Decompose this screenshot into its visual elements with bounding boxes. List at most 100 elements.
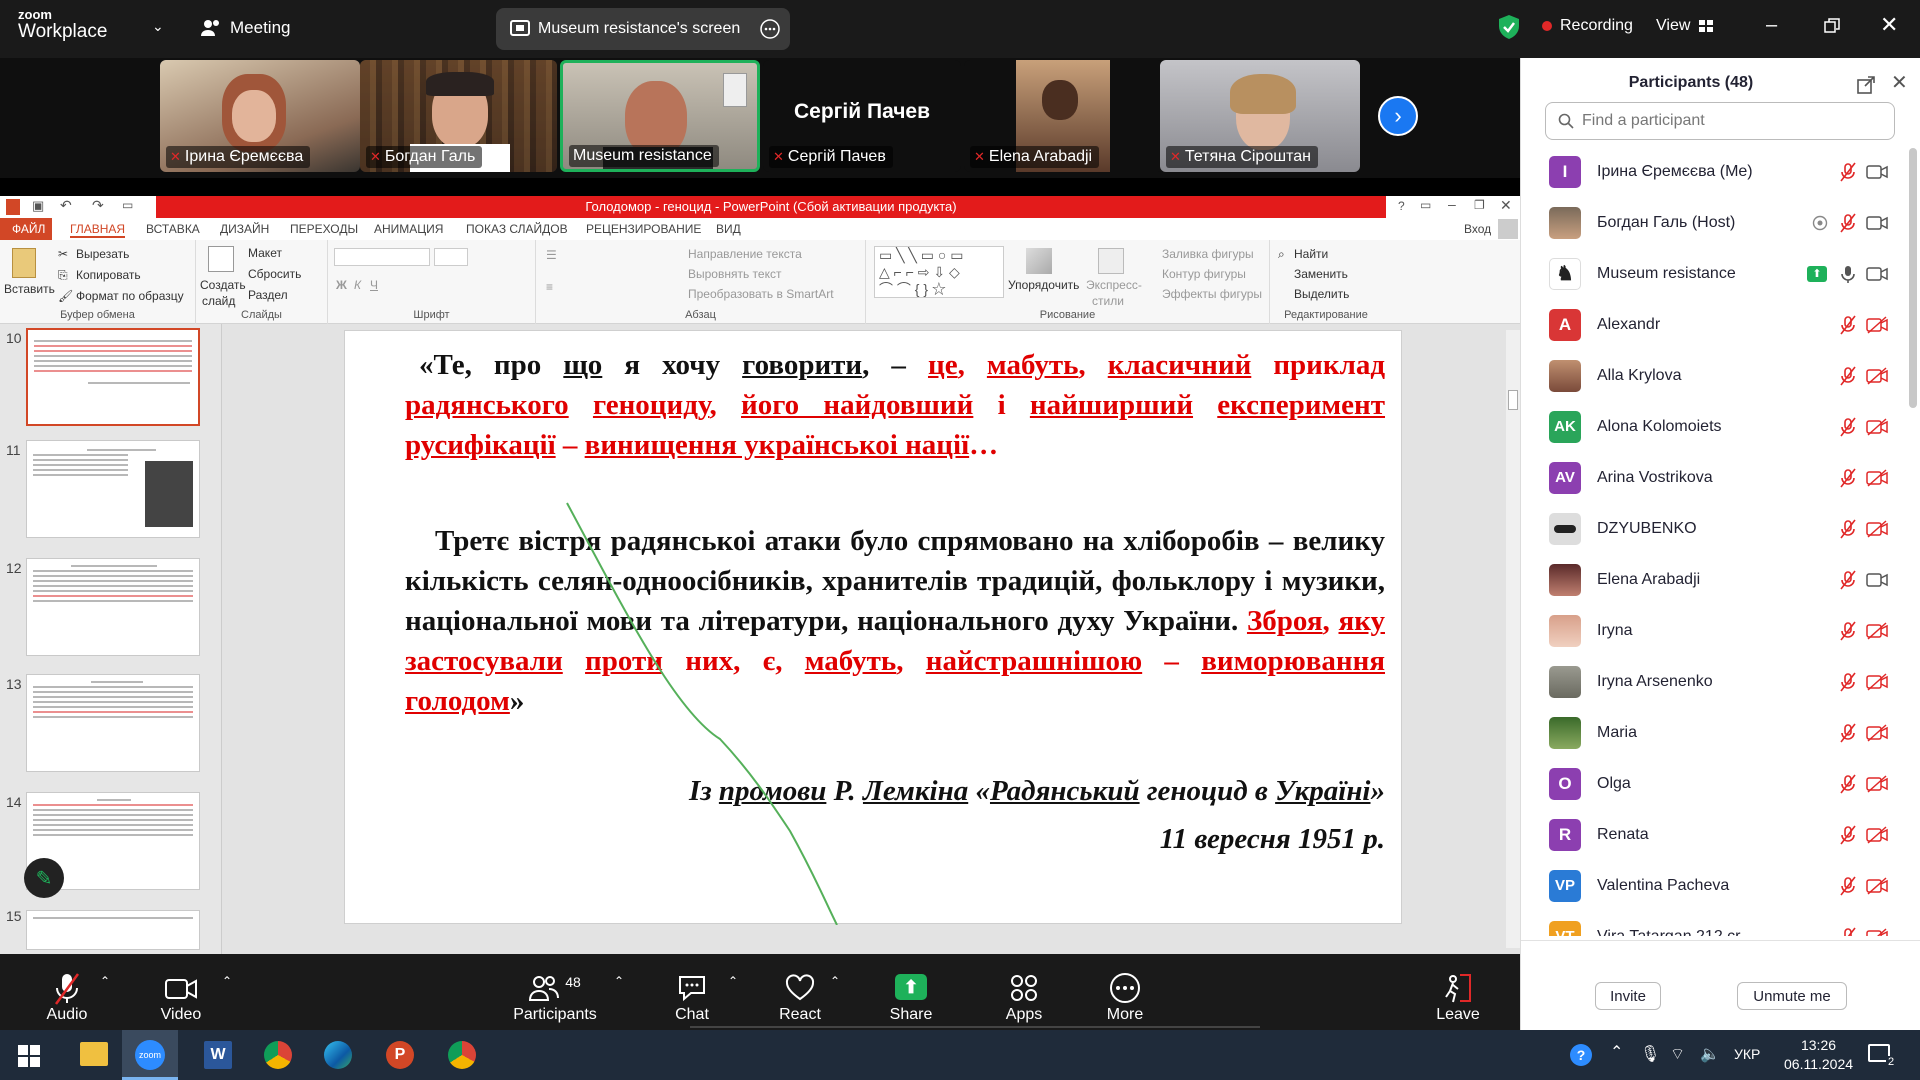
participant-row[interactable]: Iryna	[1521, 605, 1901, 656]
participant-row[interactable]: R Renata	[1521, 809, 1901, 860]
camera-off-icon[interactable]	[1866, 774, 1888, 793]
slide[interactable]: «Те, про що я хочу говорити, – це, мабут…	[344, 330, 1402, 925]
invite-button[interactable]: Invite	[1595, 982, 1661, 1010]
shape-outline-button[interactable]: Контур фигуры	[1162, 267, 1246, 281]
participant-row[interactable]: Maria	[1521, 707, 1901, 758]
quick-styles-icon[interactable]	[1098, 248, 1124, 274]
find-button[interactable]: Найти	[1294, 247, 1328, 261]
share-indicator[interactable]: Museum resistance's screen	[496, 8, 790, 50]
vertical-scrollbar[interactable]	[1506, 330, 1520, 948]
new-slide-label-2[interactable]: слайд	[202, 294, 235, 308]
participant-row[interactable]: AK Alona Kolomoiets	[1521, 401, 1901, 452]
participants-button[interactable]: 48 Participants	[510, 954, 600, 1030]
tab-review[interactable]: РЕЦЕНЗИРОВАНИЕ	[586, 222, 701, 236]
video-options-icon[interactable]: ⌃	[222, 974, 232, 988]
restore-icon[interactable]: ❐	[1474, 198, 1485, 212]
cut-button[interactable]: Вырезать	[76, 247, 129, 261]
section-button[interactable]: Раздел	[248, 288, 288, 302]
slide-thumbnail[interactable]	[26, 558, 200, 656]
bullets-icon[interactable]: ☰	[546, 248, 557, 262]
font-name-field[interactable]	[334, 248, 430, 266]
mic-muted-icon[interactable]	[1838, 162, 1858, 182]
tab-design[interactable]: ДИЗАЙН	[220, 222, 269, 236]
close-panel-icon[interactable]: ✕	[1891, 70, 1908, 95]
camera-off-icon[interactable]	[1866, 519, 1888, 538]
help-icon[interactable]: ?	[1398, 199, 1405, 213]
camera-off-icon[interactable]	[1866, 315, 1888, 334]
video-tile-active[interactable]: Museum resistance	[560, 60, 760, 172]
participant-row[interactable]: O Olga	[1521, 758, 1901, 809]
view-button[interactable]: View	[1656, 17, 1714, 35]
video-tile-off[interactable]: Сергій Пачев ✕ Сергій Пачев	[763, 60, 961, 172]
mic-muted-icon[interactable]	[1838, 825, 1858, 845]
mic-muted-icon[interactable]	[1838, 774, 1858, 794]
shapes-gallery[interactable]: ▭ ╲ ╲ ▭ ○ ▭ △ ⌐ ⌐ ⇨ ⇩ ◇ ⌒ ⌒ { } ☆	[874, 246, 1004, 298]
chrome-profile-icon[interactable]	[448, 1041, 476, 1069]
camera-off-icon[interactable]	[1866, 468, 1888, 487]
restore-icon[interactable]	[1824, 18, 1840, 34]
slide-thumbnail-selected[interactable]	[26, 328, 200, 426]
annotate-pen-button[interactable]: ✎	[24, 858, 64, 898]
bold-icon[interactable]: Ж	[336, 278, 347, 292]
participant-row[interactable]: ♞ Museum resistance ⬆	[1521, 248, 1901, 299]
chrome-icon[interactable]	[264, 1041, 292, 1069]
mic-muted-icon[interactable]	[1838, 927, 1858, 937]
audio-options-icon[interactable]: ⌃	[100, 974, 110, 988]
apps-button[interactable]: Apps	[1004, 954, 1044, 1030]
new-slide-icon[interactable]	[208, 246, 234, 272]
mic-icon[interactable]	[1838, 264, 1858, 284]
more-options-icon[interactable]	[760, 19, 780, 39]
participant-row[interactable]: VP Valentina Pacheva	[1521, 860, 1901, 911]
mic-muted-icon[interactable]	[1838, 315, 1858, 335]
pop-out-icon[interactable]	[1857, 76, 1875, 94]
participants-options-icon[interactable]: ⌃	[614, 974, 624, 988]
unmute-me-button[interactable]: Unmute me	[1737, 982, 1847, 1010]
text-direction-button[interactable]: Направление текста	[688, 247, 802, 261]
smartart-button[interactable]: Преобразовать в SmartArt	[688, 287, 834, 301]
camera-off-icon[interactable]	[1866, 876, 1888, 895]
select-button[interactable]: Выделить	[1294, 287, 1349, 301]
video-tile[interactable]: ✕ Elena Arabadji	[964, 60, 1164, 172]
tab-transitions[interactable]: ПЕРЕХОДЫ	[290, 222, 358, 236]
edge-icon[interactable]	[324, 1041, 352, 1069]
ribbon-display-icon[interactable]: ▭	[1420, 198, 1431, 212]
tab-home[interactable]: ГЛАВНАЯ	[70, 222, 126, 238]
underline-icon[interactable]: Ч	[370, 278, 378, 292]
tab-view[interactable]: ВИД	[716, 222, 741, 236]
clock[interactable]: 13:26 06.11.2024	[1784, 1036, 1853, 1074]
camera-icon[interactable]	[1866, 266, 1888, 282]
quick-styles-label[interactable]: Экспресс-	[1086, 278, 1142, 292]
tab-insert[interactable]: ВСТАВКА	[146, 222, 200, 236]
meeting-info-button[interactable]: Meeting	[200, 18, 290, 38]
paste-icon[interactable]	[12, 248, 36, 278]
quick-styles-label-2[interactable]: стили	[1092, 294, 1124, 308]
mic-muted-icon[interactable]	[1838, 213, 1858, 233]
camera-off-icon[interactable]	[1866, 621, 1888, 640]
new-slide-label[interactable]: Создать	[200, 278, 246, 292]
participant-row[interactable]: DZYUBENKO	[1521, 503, 1901, 554]
react-options-icon[interactable]: ⌃	[830, 974, 840, 988]
mic-muted-icon[interactable]	[1838, 723, 1858, 743]
windows-start-icon[interactable]	[18, 1045, 40, 1067]
participant-row[interactable]: Iryna Arsenenko	[1521, 656, 1901, 707]
recording-indicator[interactable]: Recording	[1542, 17, 1633, 35]
redo-icon[interactable]: ↷	[92, 197, 104, 214]
participant-row[interactable]: Elena Arabadji	[1521, 554, 1901, 605]
zoom-taskbar-active[interactable]: zoom	[122, 1030, 178, 1080]
sign-in-link[interactable]: Вход	[1464, 222, 1491, 236]
undo-icon[interactable]: ↶	[60, 197, 72, 214]
language-indicator[interactable]: УКР	[1734, 1046, 1760, 1062]
slide-thumbnail[interactable]	[26, 910, 200, 950]
chat-button[interactable]: Chat	[672, 954, 712, 1030]
share-button[interactable]: ⬆ Share	[888, 954, 934, 1030]
scrollbar-thumb[interactable]	[1508, 390, 1518, 410]
mic-muted-icon[interactable]	[1838, 876, 1858, 896]
layout-button[interactable]: Макет	[248, 246, 282, 260]
react-button[interactable]: React	[778, 954, 822, 1030]
camera-icon[interactable]	[1866, 164, 1888, 180]
video-tile[interactable]: ✕ Богдан Галь	[360, 60, 557, 172]
align-text-button[interactable]: Выровнять текст	[688, 267, 781, 281]
reset-button[interactable]: Сбросить	[248, 267, 301, 281]
leave-button[interactable]: Leave	[1436, 954, 1480, 1030]
start-slideshow-icon[interactable]: ▭	[122, 198, 133, 212]
